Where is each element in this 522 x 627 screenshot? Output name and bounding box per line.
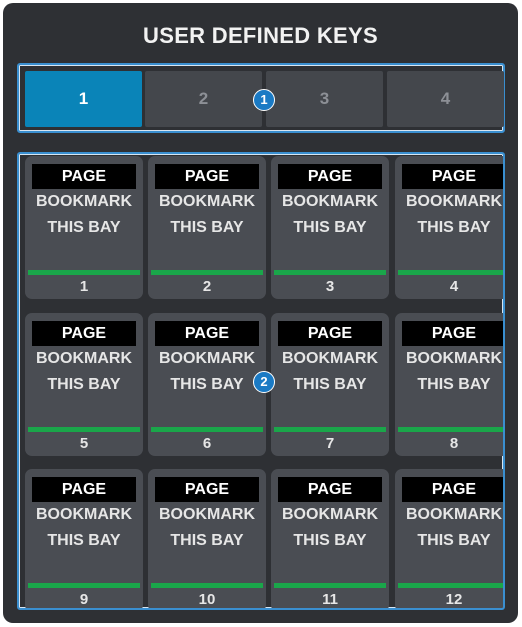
- key-number: 3: [325, 278, 335, 295]
- key-function-line1: BOOKMARK: [159, 350, 255, 367]
- key-function-line2: THIS BAY: [170, 376, 244, 393]
- user-key-6[interactable]: PAGE BOOKMARK THIS BAY 6: [148, 313, 266, 456]
- key-indicator-bar: [274, 583, 386, 588]
- key-indicator-bar: [274, 427, 386, 432]
- key-page-tag: PAGE: [155, 164, 259, 189]
- bank-tab-1[interactable]: 1: [25, 71, 142, 127]
- callout-badge-key-grid: 2: [253, 371, 275, 393]
- key-number: 2: [202, 278, 212, 295]
- key-function-line1: BOOKMARK: [36, 506, 132, 523]
- key-function-line1: BOOKMARK: [159, 193, 255, 210]
- key-function-line2: THIS BAY: [47, 219, 121, 236]
- key-indicator-bar: [274, 270, 386, 275]
- user-key-3[interactable]: PAGE BOOKMARK THIS BAY 3: [271, 156, 389, 299]
- key-function-line1: BOOKMARK: [406, 506, 502, 523]
- callout-badge-bank-selector: 1: [253, 89, 275, 111]
- key-function-line1: BOOKMARK: [36, 193, 132, 210]
- key-number: 7: [325, 435, 335, 452]
- key-number: 9: [79, 591, 89, 608]
- user-key-7[interactable]: PAGE BOOKMARK THIS BAY 7: [271, 313, 389, 456]
- key-indicator-bar: [151, 427, 263, 432]
- key-number: 5: [79, 435, 89, 452]
- key-number: 11: [322, 591, 338, 608]
- key-function-line1: BOOKMARK: [406, 350, 502, 367]
- key-function-line2: THIS BAY: [417, 532, 491, 549]
- key-function-line1: BOOKMARK: [282, 350, 378, 367]
- key-function-line2: THIS BAY: [47, 376, 121, 393]
- key-indicator-bar: [398, 270, 503, 275]
- key-page-tag: PAGE: [32, 321, 136, 346]
- key-function-line2: THIS BAY: [170, 532, 244, 549]
- user-key-4[interactable]: PAGE BOOKMARK THIS BAY 4: [395, 156, 503, 299]
- key-indicator-bar: [28, 270, 140, 275]
- key-function-line1: BOOKMARK: [282, 506, 378, 523]
- key-indicator-bar: [151, 270, 263, 275]
- key-indicator-bar: [28, 427, 140, 432]
- key-indicator-bar: [398, 427, 503, 432]
- key-page-tag: PAGE: [402, 477, 503, 502]
- key-function-line2: THIS BAY: [293, 219, 367, 236]
- user-key-1[interactable]: PAGE BOOKMARK THIS BAY 1: [25, 156, 143, 299]
- key-function-line1: BOOKMARK: [282, 193, 378, 210]
- user-key-11[interactable]: PAGE BOOKMARK THIS BAY 11: [271, 469, 389, 608]
- key-function-line1: BOOKMARK: [36, 350, 132, 367]
- key-indicator-bar: [28, 583, 140, 588]
- key-function-line1: BOOKMARK: [406, 193, 502, 210]
- key-number: 6: [202, 435, 212, 452]
- user-key-8[interactable]: PAGE BOOKMARK THIS BAY 8: [395, 313, 503, 456]
- key-number: 12: [445, 591, 463, 608]
- key-page-tag: PAGE: [32, 164, 136, 189]
- key-indicator-bar: [398, 583, 503, 588]
- bank-tab-3[interactable]: 3: [266, 71, 383, 127]
- user-key-12[interactable]: PAGE BOOKMARK THIS BAY 12: [395, 469, 503, 608]
- key-function-line2: THIS BAY: [417, 376, 491, 393]
- key-page-tag: PAGE: [278, 321, 382, 346]
- key-page-tag: PAGE: [278, 164, 382, 189]
- bank-tab-4[interactable]: 4: [387, 71, 504, 127]
- key-function-line1: BOOKMARK: [159, 506, 255, 523]
- user-defined-keys-panel: USER DEFINED KEYS 1 2 3 4 PAGE BOOKMARK …: [3, 3, 518, 623]
- key-number: 4: [449, 278, 459, 295]
- key-number: 8: [449, 435, 459, 452]
- key-page-tag: PAGE: [32, 477, 136, 502]
- key-number: 10: [198, 591, 216, 608]
- bank-tab-2[interactable]: 2: [145, 71, 262, 127]
- user-key-10[interactable]: PAGE BOOKMARK THIS BAY 10: [148, 469, 266, 608]
- key-function-line2: THIS BAY: [170, 219, 244, 236]
- key-function-line2: THIS BAY: [293, 532, 367, 549]
- key-page-tag: PAGE: [402, 164, 503, 189]
- key-indicator-bar: [151, 583, 263, 588]
- key-function-line2: THIS BAY: [293, 376, 367, 393]
- user-key-2[interactable]: PAGE BOOKMARK THIS BAY 2: [148, 156, 266, 299]
- key-page-tag: PAGE: [402, 321, 503, 346]
- key-function-line2: THIS BAY: [417, 219, 491, 236]
- key-function-line2: THIS BAY: [47, 532, 121, 549]
- key-page-tag: PAGE: [278, 477, 382, 502]
- panel-title: USER DEFINED KEYS: [143, 23, 378, 48]
- user-key-5[interactable]: PAGE BOOKMARK THIS BAY 5: [25, 313, 143, 456]
- key-page-tag: PAGE: [155, 477, 259, 502]
- user-key-9[interactable]: PAGE BOOKMARK THIS BAY 9: [25, 469, 143, 608]
- key-page-tag: PAGE: [155, 321, 259, 346]
- key-number: 1: [79, 278, 89, 295]
